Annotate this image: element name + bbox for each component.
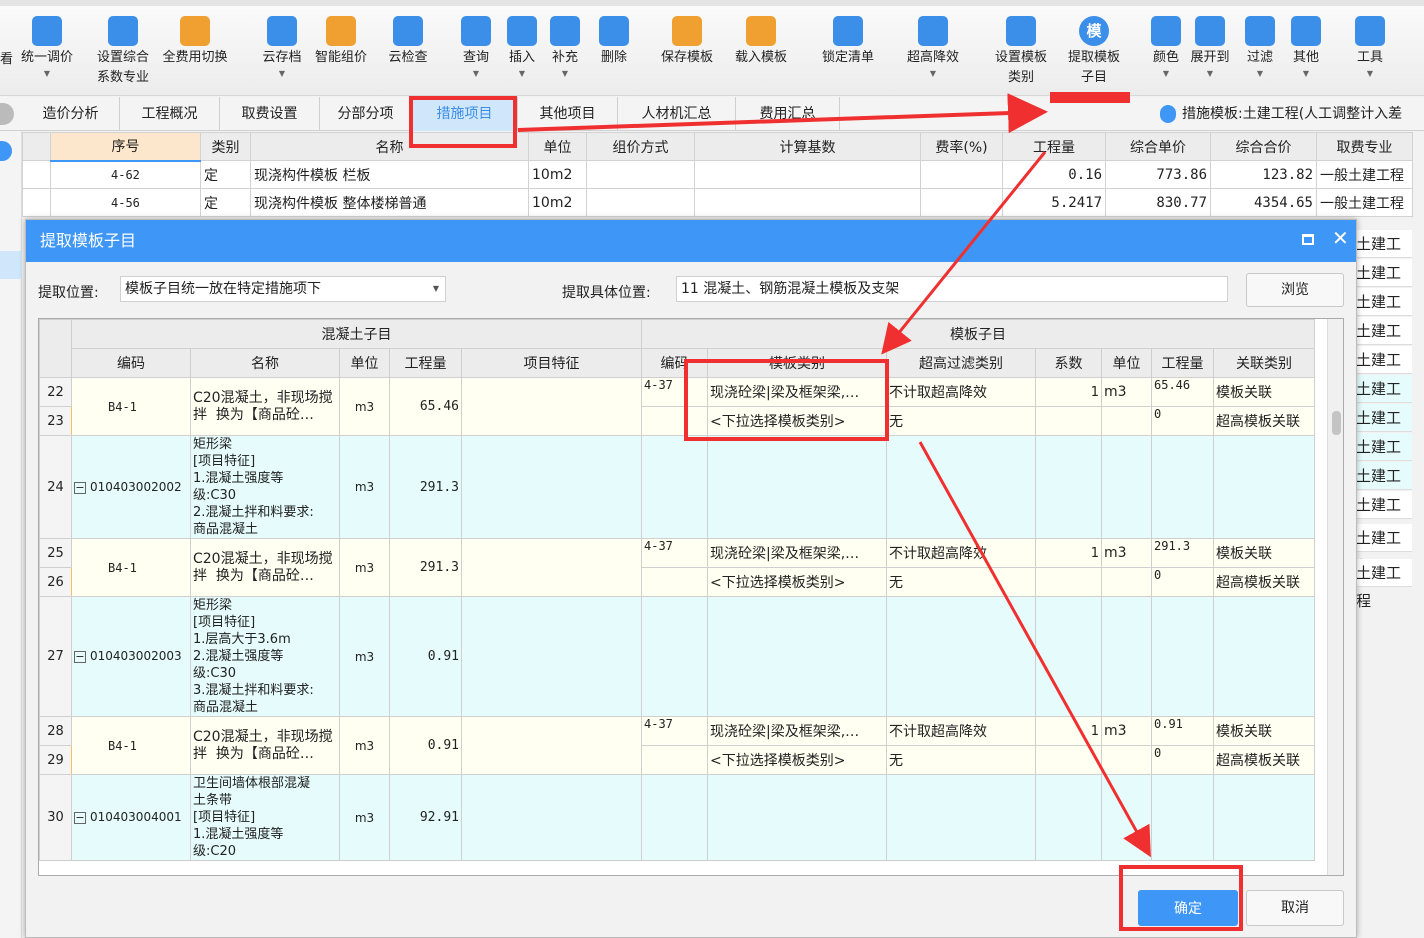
annotation-arrow-2 <box>881 151 1047 355</box>
annotation-underline <box>1050 92 1130 103</box>
annotation-arrow-3 <box>918 441 1151 858</box>
annotation-box-tab <box>409 96 517 148</box>
annotation-overlay <box>409 92 1243 931</box>
annotation-arrow-1 <box>517 93 1048 134</box>
annotation-box-category <box>684 359 889 441</box>
annotation-box-ok <box>1119 865 1243 931</box>
